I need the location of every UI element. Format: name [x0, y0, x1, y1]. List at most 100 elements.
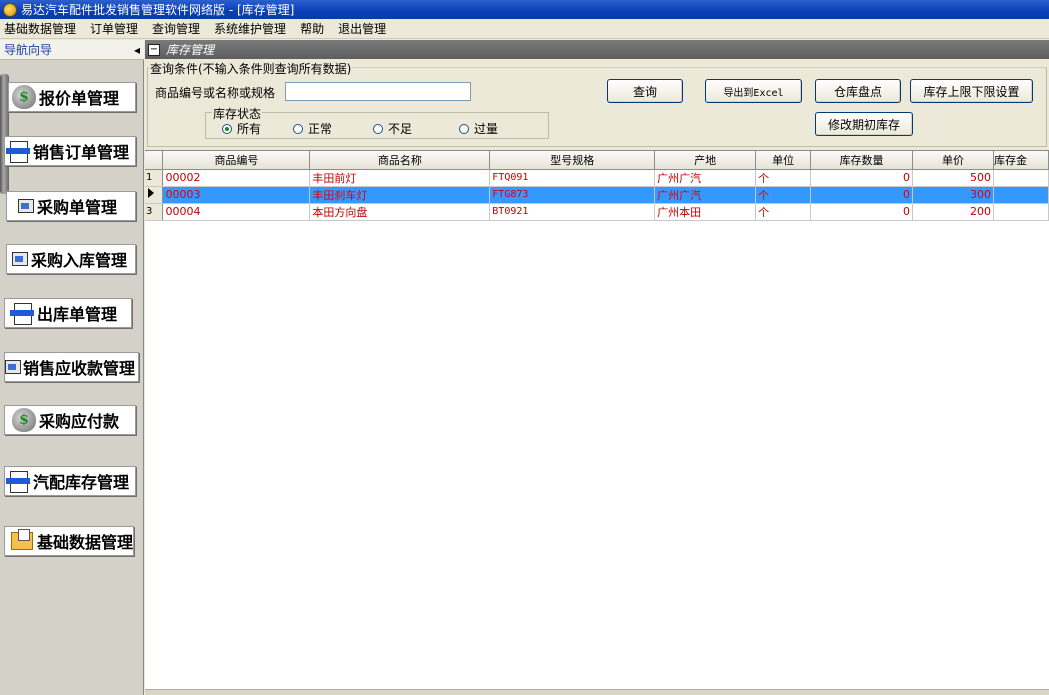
folder-icon — [9, 528, 35, 554]
nav-outbound-button[interactable]: 出库单管理 — [4, 298, 132, 328]
nav-basic-data-label: 基础数据管理 — [36, 533, 133, 552]
document-arrows-icon — [5, 138, 31, 164]
radio-dot-icon — [293, 123, 303, 134]
row-number: 3 — [145, 203, 164, 221]
nav-payables-label: 采购应付款 — [39, 412, 120, 431]
form-icon — [11, 246, 29, 272]
cell-code[interactable]: 00002 — [162, 169, 311, 187]
column-header-origin[interactable]: 产地 — [654, 151, 757, 170]
nav-outbound-label: 出库单管理 — [37, 305, 118, 324]
money-bag-icon: $ — [11, 407, 37, 433]
sidebar: $ 报价单管理 销售订单管理 采购单管理 采购入库管理 出库单管理 销售应收款管… — [0, 60, 144, 695]
query-panel: 查询条件(不输入条件则查询所有数据) 商品编号或名称或规格 查询 导出到Exce… — [145, 59, 1049, 149]
current-row-arrow-icon — [145, 186, 164, 204]
radio-excess[interactable]: 过量 — [459, 120, 498, 137]
menu-exit[interactable]: 退出管理 — [338, 20, 386, 37]
app-icon — [3, 2, 17, 17]
nav-sales-order-button[interactable]: 销售订单管理 — [4, 136, 136, 166]
cell-spec[interactable]: FTQ091 — [489, 169, 656, 187]
nav-purchase-order-button[interactable]: 采购单管理 — [6, 191, 136, 221]
nav-collapse-button[interactable]: ◂ — [134, 43, 140, 57]
form-icon — [5, 354, 21, 380]
nav-inventory-label: 汽配库存管理 — [33, 473, 130, 492]
table-row[interactable]: 1 00002 丰田前灯 FTQ091 广州广汽 个 0 500 — [145, 169, 1049, 187]
cell-spec[interactable]: FTG873 — [489, 186, 656, 204]
nav-purchase-order-label: 采购单管理 — [37, 198, 118, 217]
cell-spec[interactable]: BT0921 — [489, 203, 656, 221]
radio-all-label: 所有 — [237, 122, 262, 136]
cell-amount[interactable] — [993, 169, 1049, 187]
menu-help[interactable]: 帮助 — [300, 20, 324, 37]
window-title: 易达汽车配件批发销售管理软件网络版 - [库存管理] — [21, 3, 295, 17]
document-arrows-icon — [9, 300, 35, 326]
search-input[interactable] — [285, 82, 471, 101]
cell-price[interactable]: 300 — [912, 186, 994, 204]
search-field-label: 商品编号或名称或规格 — [155, 86, 276, 100]
cell-code[interactable]: 00003 — [162, 186, 311, 204]
title-bar: 易达汽车配件批发销售管理软件网络版 - [库存管理] — [0, 0, 1049, 19]
cell-code[interactable]: 00004 — [162, 203, 311, 221]
menu-orders[interactable]: 订单管理 — [90, 20, 138, 37]
nav-basic-data-button[interactable]: 基础数据管理 — [4, 526, 134, 556]
radio-low[interactable]: 不足 — [373, 120, 412, 137]
nav-receivables-button[interactable]: 销售应收款管理 — [4, 352, 139, 382]
panel-header: − 库存管理 — [145, 40, 1049, 59]
nav-inventory-button[interactable]: 汽配库存管理 — [4, 466, 136, 496]
table-row[interactable]: 3 00004 本田方向盘 BT0921 广州本田 个 0 200 — [145, 203, 1049, 221]
horizontal-scrollbar[interactable] — [145, 689, 1049, 695]
menu-query[interactable]: 查询管理 — [152, 20, 200, 37]
radio-normal-label: 正常 — [308, 122, 333, 136]
edit-initial-stock-button[interactable]: 修改期初库存 — [815, 112, 913, 136]
row-selector-header — [145, 151, 164, 170]
menu-bar: 基础数据管理 订单管理 查询管理 系统维护管理 帮助 退出管理 — [0, 19, 1049, 39]
inventory-grid[interactable]: 商品编号 商品名称 型号规格 产地 单位 库存数量 单价 库存金 1 00002… — [145, 150, 1049, 690]
column-header-amount[interactable]: 库存金 — [993, 151, 1049, 170]
document-arrows-icon — [5, 468, 31, 494]
cell-qty[interactable]: 0 — [810, 203, 914, 221]
nav-purchase-receipt-label: 采购入库管理 — [31, 251, 128, 270]
cell-price[interactable]: 500 — [912, 169, 994, 187]
cell-origin[interactable]: 广州广汽 — [654, 169, 757, 187]
radio-dot-icon — [459, 123, 469, 134]
nav-purchase-receipt-button[interactable]: 采购入库管理 — [6, 244, 136, 274]
cell-amount[interactable] — [993, 186, 1049, 204]
nav-quote-label: 报价单管理 — [39, 89, 120, 108]
cell-qty[interactable]: 0 — [810, 169, 914, 187]
stock-status-group: 库存状态 所有 正常 不足 过量 — [205, 105, 549, 139]
cell-origin[interactable]: 广州本田 — [654, 203, 757, 221]
nav-title: 导航向导 — [4, 43, 53, 57]
cell-qty[interactable]: 0 — [810, 186, 914, 204]
cell-name[interactable]: 本田方向盘 — [309, 203, 491, 221]
export-excel-button[interactable]: 导出到Excel — [705, 79, 802, 103]
menu-basic-data[interactable]: 基础数据管理 — [4, 20, 76, 37]
stocktake-button[interactable]: 仓库盘点 — [815, 79, 901, 103]
column-header-spec[interactable]: 型号规格 — [489, 151, 656, 170]
nav-quote-button[interactable]: $ 报价单管理 — [8, 82, 136, 112]
column-header-code[interactable]: 商品编号 — [162, 151, 311, 170]
radio-excess-label: 过量 — [474, 122, 499, 136]
column-header-unit[interactable]: 单位 — [755, 151, 812, 170]
cell-origin[interactable]: 广州广汽 — [654, 186, 757, 204]
cell-unit[interactable]: 个 — [755, 203, 812, 221]
radio-low-label: 不足 — [388, 122, 413, 136]
query-button[interactable]: 查询 — [607, 79, 683, 103]
nav-sales-order-label: 销售订单管理 — [33, 143, 130, 162]
stock-limits-button[interactable]: 库存上限下限设置 — [910, 79, 1033, 103]
cell-name[interactable]: 丰田刹车灯 — [309, 186, 491, 204]
column-header-price[interactable]: 单价 — [912, 151, 994, 170]
radio-normal[interactable]: 正常 — [293, 120, 332, 137]
cell-name[interactable]: 丰田前灯 — [309, 169, 491, 187]
cell-unit[interactable]: 个 — [755, 169, 812, 187]
nav-payables-button[interactable]: $ 采购应付款 — [4, 405, 136, 435]
cell-price[interactable]: 200 — [912, 203, 994, 221]
table-row-selected[interactable]: 00003 丰田刹车灯 FTG873 广州广汽 个 0 300 — [145, 186, 1049, 204]
column-header-qty[interactable]: 库存数量 — [810, 151, 914, 170]
column-header-name[interactable]: 商品名称 — [309, 151, 491, 170]
cell-unit[interactable]: 个 — [755, 186, 812, 204]
panel-collapse-button[interactable]: − — [148, 43, 160, 56]
menu-system-maintenance[interactable]: 系统维护管理 — [214, 20, 286, 37]
form-icon — [17, 193, 35, 219]
cell-amount[interactable] — [993, 203, 1049, 221]
radio-all[interactable]: 所有 — [222, 120, 261, 137]
row-number: 1 — [145, 169, 164, 187]
